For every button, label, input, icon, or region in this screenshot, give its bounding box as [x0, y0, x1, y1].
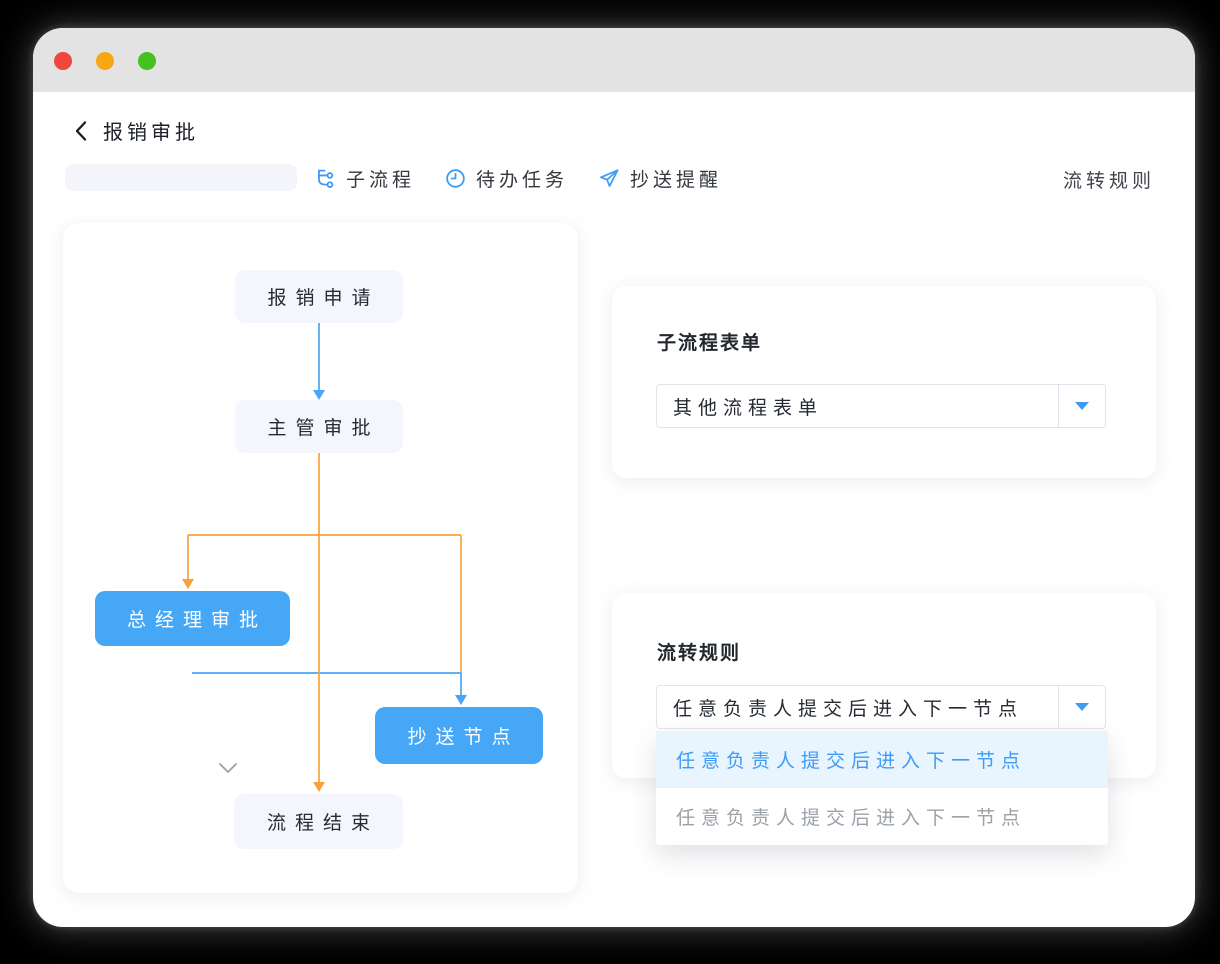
page-title: 报销审批 — [103, 116, 199, 145]
flowchart-canvas: 报销申请 主管审批 总经理审批 抄送节点 流程结束 — [63, 223, 578, 893]
flow-rules-link[interactable]: 流转规则 — [1063, 166, 1155, 193]
chevron-down-icon — [217, 759, 239, 777]
panel-title: 子流程表单 — [657, 328, 762, 355]
caret-down-icon — [1075, 402, 1089, 410]
select-caret-button[interactable] — [1058, 686, 1105, 728]
back-button[interactable] — [70, 119, 92, 143]
zoom-button[interactable] — [138, 52, 156, 70]
clock-icon — [444, 167, 467, 190]
flow-connectors — [63, 223, 578, 893]
subflow-form-select[interactable]: 其他流程表单 — [656, 384, 1106, 428]
toolbar-item-label: 待办任务 — [476, 165, 568, 192]
traffic-lights — [54, 52, 156, 70]
subflow-icon — [314, 167, 337, 190]
subflow-form-panel: 子流程表单 其他流程表单 — [612, 286, 1156, 478]
flow-node-supervisor-approval[interactable]: 主管审批 — [235, 400, 403, 453]
toolbar: 子流程 待办任务 抄送提醒 流转规则 — [33, 162, 1195, 194]
flow-node-gm-approval[interactable]: 总经理审批 — [95, 591, 290, 646]
select-value: 任意负责人提交后进入下一节点 — [657, 694, 1058, 721]
collapse-branch-button[interactable] — [217, 759, 239, 777]
flow-node-label: 主管审批 — [258, 413, 379, 440]
flow-node-label: 总经理审批 — [118, 605, 267, 632]
app-window: 报销审批 子流程 — [33, 28, 1195, 927]
desktop-background: 报销审批 子流程 — [0, 0, 1220, 964]
flow-node-label: 流程结束 — [258, 808, 379, 835]
toolbar-items: 子流程 待办任务 抄送提醒 — [314, 162, 722, 194]
close-button[interactable] — [54, 52, 72, 70]
toolbar-item-todo[interactable]: 待办任务 — [444, 165, 568, 192]
flow-node-cc[interactable]: 抄送节点 — [375, 707, 543, 764]
panel-title: 流转规则 — [657, 638, 741, 665]
dropdown-option[interactable]: 任意负责人提交后进入下一节点 — [656, 788, 1108, 845]
flow-rules-dropdown: 任意负责人提交后进入下一节点 任意负责人提交后进入下一节点 — [656, 731, 1108, 845]
flow-rules-select[interactable]: 任意负责人提交后进入下一节点 — [656, 685, 1106, 729]
page-header: 报销审批 — [70, 116, 199, 145]
toolbar-item-label: 子流程 — [346, 165, 415, 192]
select-value: 其他流程表单 — [657, 393, 1058, 420]
chevron-left-icon — [72, 120, 90, 142]
toolbar-input[interactable] — [65, 164, 297, 191]
select-caret-button[interactable] — [1058, 385, 1105, 427]
flow-node-end[interactable]: 流程结束 — [234, 794, 403, 849]
flow-node-apply[interactable]: 报销申请 — [235, 270, 403, 323]
toolbar-item-label: 抄送提醒 — [630, 165, 722, 192]
window-titlebar — [33, 28, 1195, 92]
flow-node-label: 抄送节点 — [398, 722, 519, 749]
caret-down-icon — [1075, 703, 1089, 711]
flow-node-label: 报销申请 — [258, 283, 379, 310]
dropdown-option-selected[interactable]: 任意负责人提交后进入下一节点 — [656, 731, 1108, 788]
toolbar-item-cc-remind[interactable]: 抄送提醒 — [597, 165, 722, 192]
send-icon — [597, 167, 621, 190]
toolbar-item-subflow[interactable]: 子流程 — [314, 165, 415, 192]
minimize-button[interactable] — [96, 52, 114, 70]
